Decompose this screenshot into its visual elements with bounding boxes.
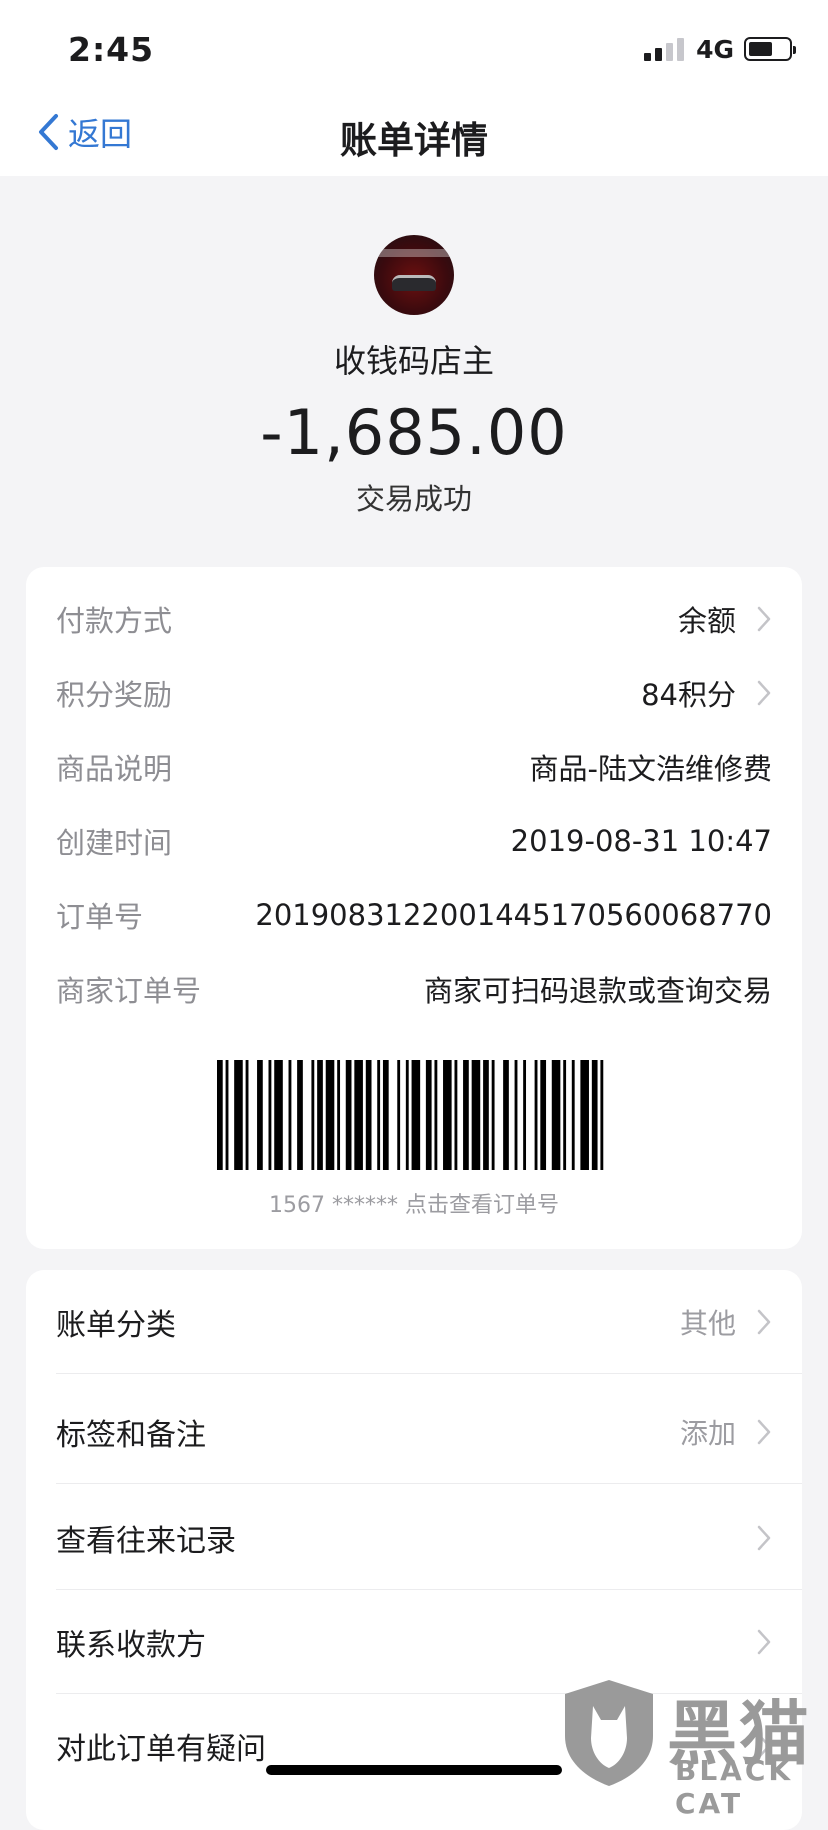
status-bar: 2:45 4G bbox=[0, 0, 828, 88]
action-label: 联系收款方 bbox=[56, 1628, 206, 1663]
divider bbox=[56, 1483, 802, 1484]
detail-value: 84积分 bbox=[641, 678, 736, 712]
detail-label: 订单号 bbox=[56, 900, 144, 934]
merchant-avatar[interactable] bbox=[374, 235, 454, 315]
detail-label: 商家订单号 bbox=[56, 974, 202, 1008]
battery-icon bbox=[744, 37, 796, 61]
chevron-right-icon bbox=[757, 1629, 771, 1655]
transaction-status: 交易成功 bbox=[355, 482, 472, 516]
detail-row-payment-method[interactable]: 付款方式 余额 bbox=[56, 594, 772, 644]
detail-row-merchant-order-number: 商家订单号 商家可扫码退款或查询交易 bbox=[56, 964, 772, 1014]
barcode-caption[interactable]: 1567 ****** 点击查看订单号 bbox=[26, 1187, 802, 1219]
bill-details-card: 付款方式 余额 积分奖励 84积分 商品说明 商品-陆文浩维修费 创建时间 20… bbox=[26, 567, 802, 1249]
detail-row-points-reward[interactable]: 积分奖励 84积分 bbox=[56, 668, 772, 718]
detail-value: 2019083122001445170560068770 bbox=[255, 898, 772, 932]
network-label: 4G bbox=[696, 34, 734, 64]
detail-label: 创建时间 bbox=[56, 826, 173, 860]
chevron-right-icon bbox=[757, 606, 771, 632]
cat-shield-icon bbox=[565, 1680, 653, 1786]
detail-label: 积分奖励 bbox=[56, 678, 173, 712]
home-indicator[interactable] bbox=[266, 1765, 562, 1775]
black-cat-watermark: 黑猫 BLACK CAT bbox=[555, 1672, 828, 1820]
transaction-amount: -1,685.00 bbox=[260, 396, 568, 469]
page-title: 账单详情 bbox=[340, 119, 488, 162]
action-row-tags-notes[interactable]: 标签和备注 添加 bbox=[26, 1380, 802, 1484]
action-label: 对此订单有疑问 bbox=[56, 1732, 266, 1767]
detail-value: 商品-陆文浩维修费 bbox=[529, 752, 772, 786]
nav-bar: 返回 账单详情 bbox=[0, 88, 828, 176]
signal-icon bbox=[644, 37, 685, 61]
merchant-name: 收钱码店主 bbox=[333, 342, 494, 380]
chevron-right-icon bbox=[757, 680, 771, 706]
detail-value: 商家可扫码退款或查询交易 bbox=[423, 974, 772, 1008]
detail-row-product-description: 商品说明 商品-陆文浩维修费 bbox=[56, 742, 772, 792]
bill-header: 收钱码店主 -1,685.00 交易成功 bbox=[0, 176, 828, 566]
watermark-subtitle: BLACK CAT bbox=[675, 1754, 794, 1820]
chevron-right-icon bbox=[757, 1309, 771, 1335]
action-label: 标签和备注 bbox=[56, 1418, 206, 1453]
action-label: 查看往来记录 bbox=[56, 1524, 236, 1559]
detail-label: 付款方式 bbox=[56, 604, 173, 638]
chevron-right-icon bbox=[757, 1419, 771, 1445]
status-time: 2:45 bbox=[68, 30, 155, 69]
detail-row-order-number: 订单号 2019083122001445170560068770 bbox=[56, 890, 772, 940]
detail-value: 余额 bbox=[677, 604, 736, 638]
detail-label: 商品说明 bbox=[56, 752, 173, 786]
action-row-view-history[interactable]: 查看往来记录 bbox=[26, 1486, 802, 1590]
action-value: 添加 bbox=[679, 1417, 736, 1450]
action-label: 账单分类 bbox=[56, 1308, 176, 1343]
status-indicators: 4G bbox=[644, 34, 796, 64]
detail-row-created-time: 创建时间 2019-08-31 10:47 bbox=[56, 816, 772, 866]
order-barcode[interactable] bbox=[217, 1060, 609, 1170]
chevron-right-icon bbox=[757, 1525, 771, 1551]
divider bbox=[56, 1373, 802, 1374]
action-value: 其他 bbox=[679, 1307, 736, 1340]
detail-value: 2019-08-31 10:47 bbox=[510, 824, 772, 858]
action-row-bill-category[interactable]: 账单分类 其他 bbox=[26, 1270, 802, 1374]
